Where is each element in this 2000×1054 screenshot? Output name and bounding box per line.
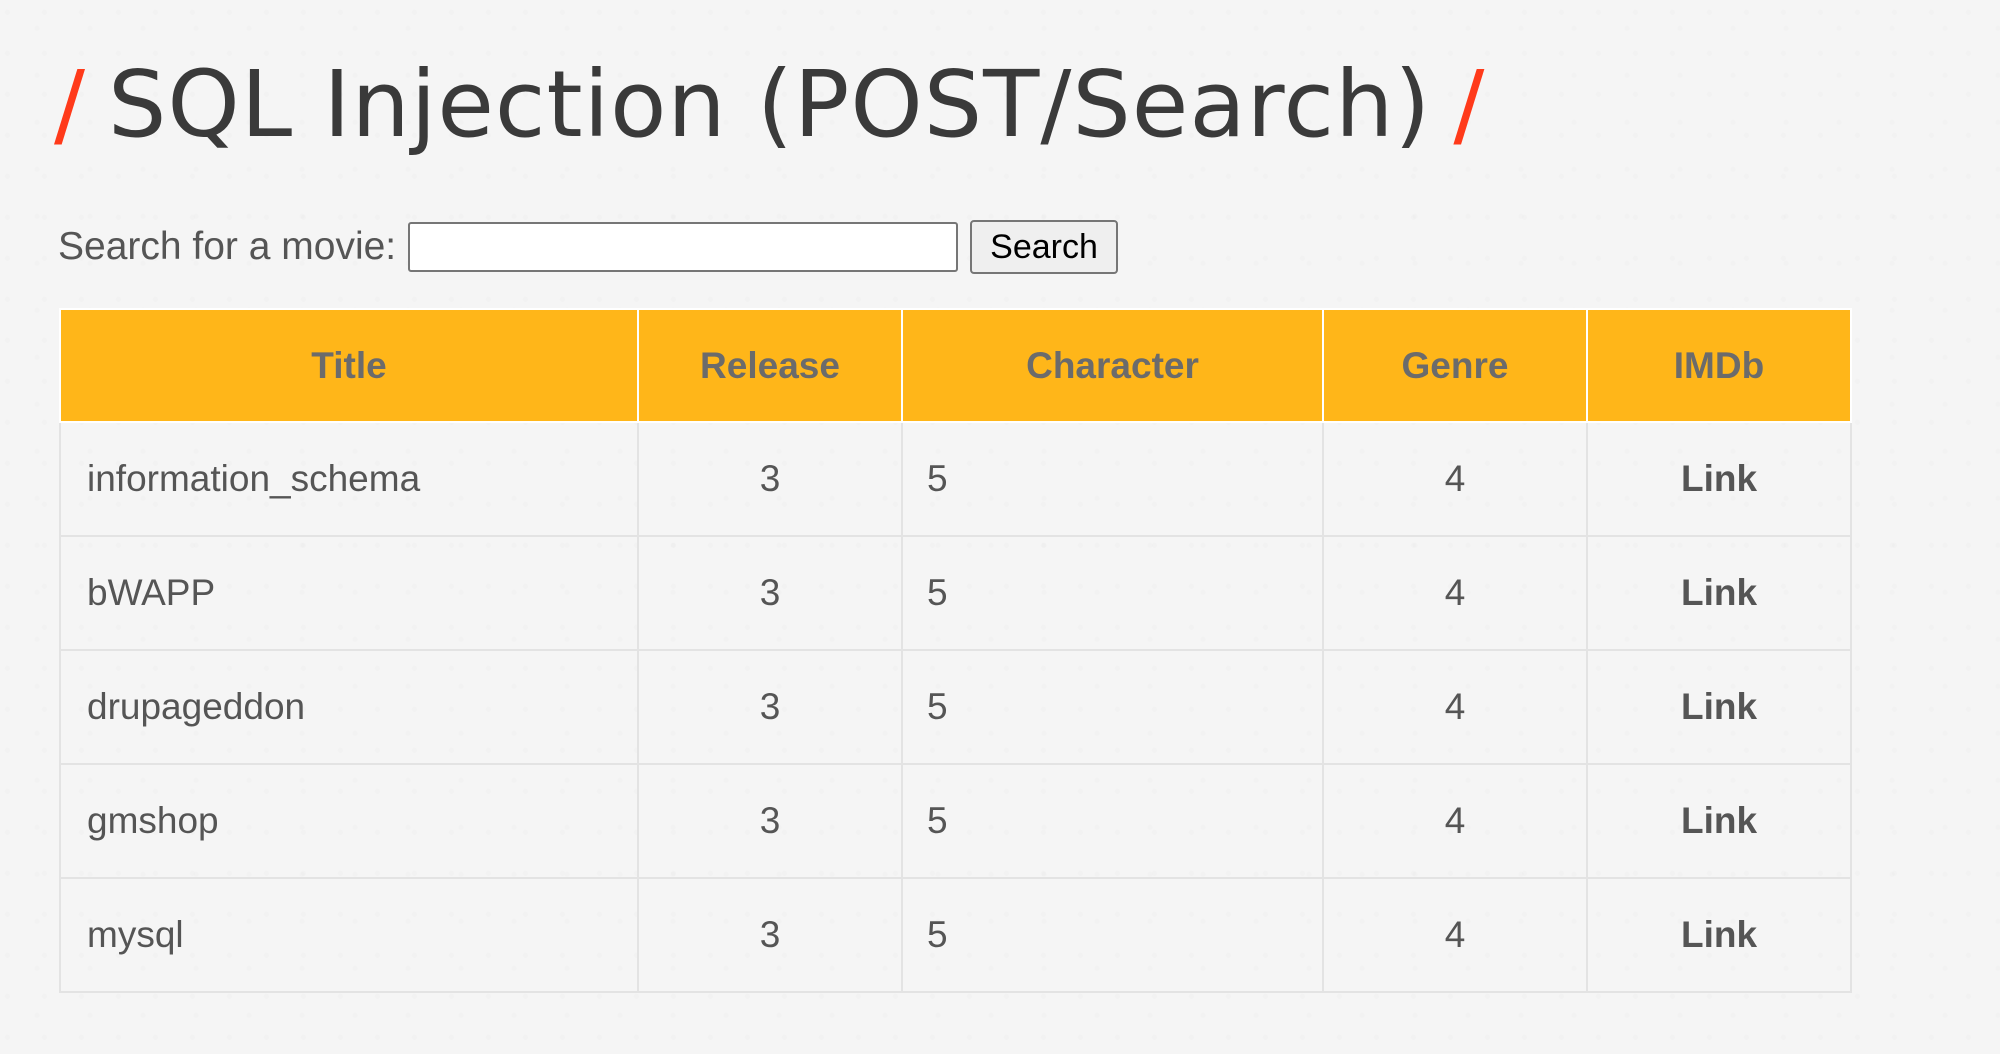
search-form: Search for a movie: Search	[58, 220, 1118, 274]
cell-release: 3	[637, 763, 903, 879]
column-header-title: Title	[59, 308, 639, 423]
column-header-genre: Genre	[1322, 308, 1588, 423]
search-button[interactable]: Search	[970, 220, 1118, 274]
column-header-imdb: IMDb	[1586, 308, 1852, 423]
cell-imdb: Link	[1586, 535, 1852, 651]
cell-imdb: Link	[1586, 877, 1852, 993]
cell-genre: 4	[1322, 535, 1588, 651]
page-title-text: SQL Injection (POST/Search)	[108, 51, 1432, 158]
column-header-release: Release	[637, 308, 903, 423]
table-header-row: Title Release Character Genre IMDb	[59, 308, 1852, 423]
imdb-link[interactable]: Link	[1681, 572, 1757, 613]
table-row: information_schema 3 5 4 Link	[59, 421, 1852, 537]
cell-title: drupageddon	[59, 649, 639, 765]
cell-title: gmshop	[59, 763, 639, 879]
title-slash-right: /	[1453, 51, 1486, 158]
search-input[interactable]	[408, 222, 959, 272]
page-title: / SQL Injection (POST/Search) /	[54, 40, 1485, 170]
table-row: gmshop 3 5 4 Link	[59, 763, 1852, 879]
imdb-link[interactable]: Link	[1681, 800, 1757, 841]
cell-genre: 4	[1322, 421, 1588, 537]
cell-title: bWAPP	[59, 535, 639, 651]
title-slash-left: /	[54, 51, 86, 158]
cell-release: 3	[637, 877, 903, 993]
cell-imdb: Link	[1586, 763, 1852, 879]
cell-release: 3	[637, 649, 903, 765]
imdb-link[interactable]: Link	[1681, 458, 1757, 499]
cell-imdb: Link	[1586, 421, 1852, 537]
column-header-character: Character	[901, 308, 1324, 423]
cell-character: 5	[901, 535, 1324, 651]
cell-character: 5	[901, 421, 1324, 537]
search-label: Search for a movie:	[58, 225, 397, 268]
results-table: Title Release Character Genre IMDb infor…	[59, 308, 1852, 993]
table-row: mysql 3 5 4 Link	[59, 877, 1852, 993]
cell-title: information_schema	[59, 421, 639, 537]
cell-genre: 4	[1322, 877, 1588, 993]
table-row: bWAPP 3 5 4 Link	[59, 535, 1852, 651]
cell-imdb: Link	[1586, 649, 1852, 765]
imdb-link[interactable]: Link	[1681, 686, 1757, 727]
cell-character: 5	[901, 877, 1324, 993]
table-row: drupageddon 3 5 4 Link	[59, 649, 1852, 765]
imdb-link[interactable]: Link	[1681, 914, 1757, 955]
cell-release: 3	[637, 421, 903, 537]
cell-title: mysql	[59, 877, 639, 993]
cell-release: 3	[637, 535, 903, 651]
cell-genre: 4	[1322, 649, 1588, 765]
cell-genre: 4	[1322, 763, 1588, 879]
cell-character: 5	[901, 763, 1324, 879]
cell-character: 5	[901, 649, 1324, 765]
